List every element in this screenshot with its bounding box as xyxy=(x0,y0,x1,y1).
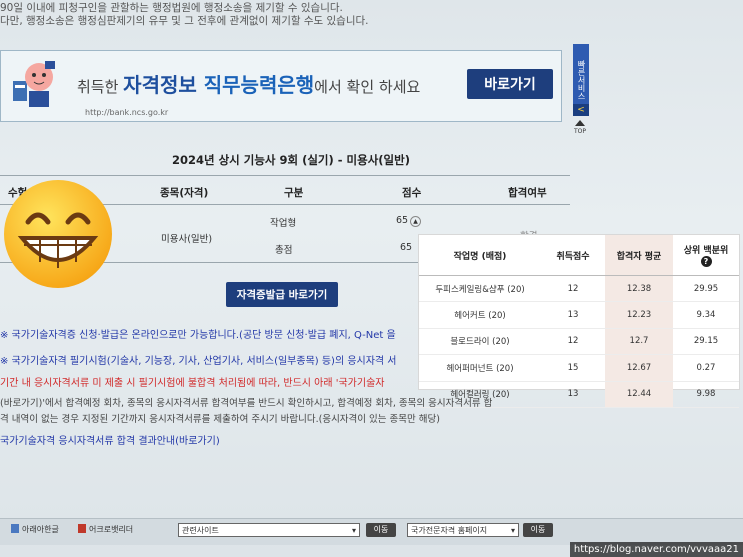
task-average: 12.67 xyxy=(605,354,673,382)
chevron-down-icon: ▾ xyxy=(510,526,515,535)
table-row: 헤어컬러링 (20) 13 12.44 9.98 xyxy=(419,381,739,408)
task-name: 헤어퍼머넌트 (20) xyxy=(419,354,541,382)
row-label-practical: 작업형 xyxy=(270,218,297,229)
task-name: 블로드라이 (20) xyxy=(419,328,541,356)
task-average: 12.7 xyxy=(605,328,673,356)
mascot-icon xyxy=(13,61,55,107)
notice-online-issue[interactable]: ※ 국가기술자격증 신청·발급은 온라인으로만 가능합니다.(공단 방문 신청·… xyxy=(0,326,396,341)
download-hwp[interactable]: 아래아한글 xyxy=(22,524,59,535)
related-sites-select[interactable]: 관련사이트 ▾ xyxy=(178,523,360,537)
table-row: 헤어커트 (20) 13 12.23 9.34 xyxy=(419,301,739,329)
national-site-select[interactable]: 국가전문자격 홈페이지 ▾ xyxy=(407,523,519,537)
chevron-up-icon[interactable]: ▲ xyxy=(410,216,421,227)
certificate-issue-button[interactable]: 자격증발급 바로가기 xyxy=(226,282,338,307)
subject-cell: 미용사(일반) xyxy=(161,234,213,245)
result-title: 2024년 상시 기능사 9회 (실기) - 미용사(일반) xyxy=(172,153,410,167)
grinning-emoji-icon xyxy=(4,180,112,288)
task-name: 두피스케일링&샴푸 (20) xyxy=(419,275,541,303)
download-acrobat[interactable]: 어크로뱃리더 xyxy=(89,524,133,535)
job-bank-banner[interactable]: 취득한 자격정보 직무능력은행에서 확인 하세요 http://bank.ncs… xyxy=(0,50,562,122)
ov-col-average: 합격자 평균 xyxy=(605,235,673,276)
task-average: 12.23 xyxy=(605,301,673,329)
quick-service-toggle[interactable]: < xyxy=(573,104,589,116)
score-breakdown-table: 작업명 (배점) 취득점수 합격자 평균 상위 백분위 ? 두피스케일링&샴푸 … xyxy=(418,234,740,408)
notice-deadline: 기간 내 응시자격서류 미 제출 시 필기시험에 불합격 처리됨에 따라, 반드… xyxy=(0,378,385,389)
col-pass: 합격여부 xyxy=(508,187,547,199)
task-score: 13 xyxy=(541,301,605,329)
row-label-total: 총점 xyxy=(275,245,293,256)
banner-text: 취득한 자격정보 직무능력은행에서 확인 하세요 xyxy=(77,73,421,97)
task-percentile: 0.27 xyxy=(673,354,739,382)
notice-submit: 격 내역이 없는 경우 지정된 기간까지 응시자격서류를 제출하여 주시기 바랍… xyxy=(0,414,440,425)
go-related-button[interactable]: 이동 xyxy=(366,523,396,537)
notice-line-2: 다만, 행정소송은 행정심판제기의 유무 및 그 전후에 관계없이 제기할 수도… xyxy=(0,15,369,27)
col-subject: 종목(자격) xyxy=(160,187,209,199)
notice-written-exam: ※ 국가기술자격 필기시험(기술사, 기능장, 기사, 산업기사, 서비스(일부… xyxy=(0,356,397,367)
banner-go-button[interactable]: 바로가기 xyxy=(467,69,553,99)
table-row: 헤어퍼머넌트 (20) 15 12.67 0.27 xyxy=(419,354,739,382)
task-percentile: 9.98 xyxy=(673,381,739,408)
task-name: 헤어컬러링 (20) xyxy=(419,381,541,408)
go-national-button[interactable]: 이동 xyxy=(523,523,553,537)
banner-url: http://bank.ncs.go.kr xyxy=(85,108,169,117)
table-row: 블로드라이 (20) 12 12.7 29.15 xyxy=(419,328,739,356)
arrow-up-icon xyxy=(575,120,585,126)
help-icon[interactable]: ? xyxy=(700,256,712,267)
ov-col-score: 취득점수 xyxy=(541,235,605,276)
hwp-icon xyxy=(11,524,19,533)
table-row: 두피스케일링&샴푸 (20) 12 12.38 29.95 xyxy=(419,275,739,303)
row-score-total: 65 xyxy=(400,242,413,253)
task-name: 헤어커트 (20) xyxy=(419,301,541,329)
watermark: https://blog.naver.com/vvvaaa21 xyxy=(569,542,743,557)
task-average: 12.44 xyxy=(605,381,673,408)
divider xyxy=(0,175,570,176)
top-button[interactable]: TOP xyxy=(571,120,589,136)
col-score: 점수 xyxy=(402,187,422,199)
ov-col-task: 작업명 (배점) xyxy=(419,235,541,276)
task-percentile: 29.15 xyxy=(673,328,739,356)
task-score: 15 xyxy=(541,354,605,382)
task-score: 12 xyxy=(541,275,605,303)
task-percentile: 9.34 xyxy=(673,301,739,329)
task-score: 12 xyxy=(541,328,605,356)
pdf-icon xyxy=(78,524,86,533)
row-score-practical: 65 xyxy=(396,215,409,226)
task-score: 13 xyxy=(541,381,605,408)
notice-result-link[interactable]: 국가기술자격 응시자격서류 합격 결과안내(바로가기) xyxy=(0,432,220,447)
col-category: 구분 xyxy=(284,187,304,199)
task-percentile: 29.95 xyxy=(673,275,739,303)
ov-col-percentile: 상위 백분위 ? xyxy=(673,235,739,276)
task-average: 12.38 xyxy=(605,275,673,303)
chevron-down-icon: ▾ xyxy=(351,526,356,535)
